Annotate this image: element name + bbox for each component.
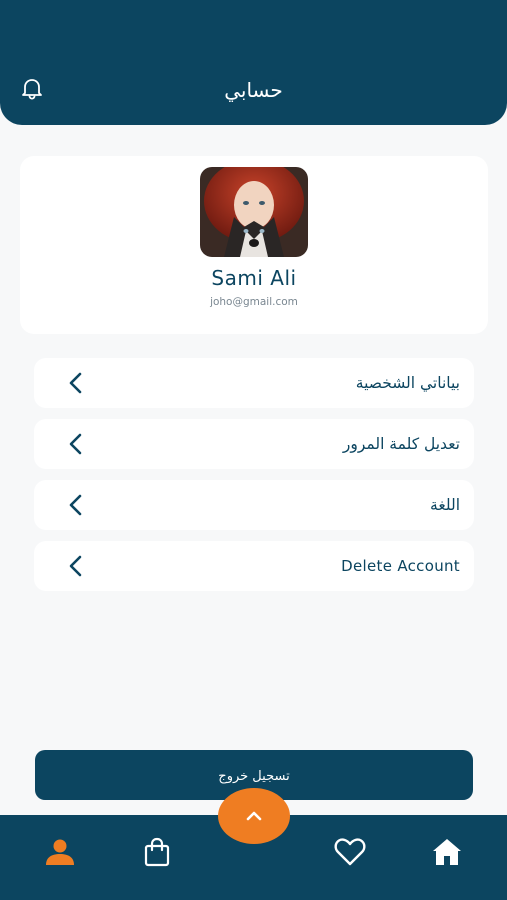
home-icon[interactable] xyxy=(430,835,464,869)
app-header: حسابي xyxy=(0,0,507,125)
chevron-left-icon xyxy=(69,433,82,455)
menu-item-language[interactable]: اللغة xyxy=(34,480,474,530)
chevron-left-icon xyxy=(69,372,82,394)
avatar xyxy=(200,167,308,257)
menu-item-delete-account[interactable]: Delete Account xyxy=(34,541,474,591)
user-email: joho@gmail.com xyxy=(210,296,298,308)
menu-item-label: تعديل كلمة المرور xyxy=(342,435,460,453)
profile-card: Sami Ali joho@gmail.com xyxy=(20,156,488,334)
chevron-up-icon xyxy=(246,811,262,821)
menu-item-change-password[interactable]: تعديل كلمة المرور xyxy=(34,419,474,469)
page-title: حسابي xyxy=(224,78,283,102)
menu-item-label: بياناتي الشخصية xyxy=(355,374,460,392)
shopping-bag-icon[interactable] xyxy=(140,835,174,869)
user-name: Sami Ali xyxy=(211,266,297,290)
user-icon[interactable] xyxy=(43,835,77,869)
chevron-left-icon xyxy=(69,555,82,577)
heart-icon[interactable] xyxy=(333,835,367,869)
menu-item-label: Delete Account xyxy=(341,557,460,575)
menu-item-personal-info[interactable]: بياناتي الشخصية xyxy=(34,358,474,408)
menu-item-label: اللغة xyxy=(430,496,460,514)
chevron-left-icon xyxy=(69,494,82,516)
scroll-up-button[interactable] xyxy=(218,788,290,844)
